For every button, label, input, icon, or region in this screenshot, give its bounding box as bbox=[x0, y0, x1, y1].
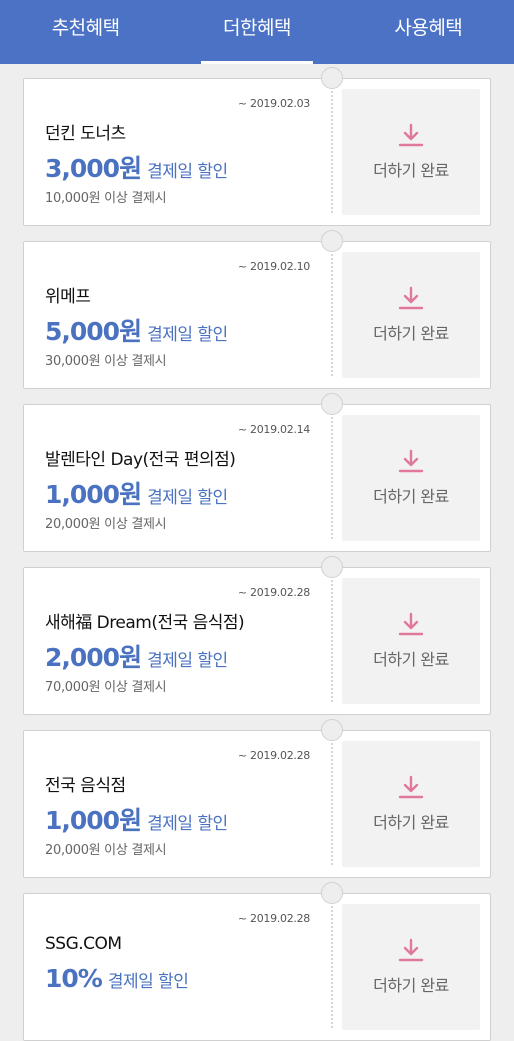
discount: 3,000원 결제일 할인 bbox=[45, 149, 228, 185]
dotted-divider bbox=[331, 417, 333, 539]
expiry-date: ~ 2019.02.28 bbox=[237, 586, 310, 599]
discount: 1,000원 결제일 할인 bbox=[45, 801, 228, 837]
merchant-name: 위메프 bbox=[45, 287, 91, 307]
add-complete-label: 더하기 완료 bbox=[373, 813, 449, 832]
discount-label: 결제일 할인 bbox=[147, 651, 228, 671]
merchant-name: 전국 음식점 bbox=[45, 776, 126, 796]
discount-condition: 10,000원 이상 결제시 bbox=[45, 191, 167, 206]
add-complete-button[interactable]: 더하기 완료 bbox=[342, 741, 480, 867]
discount-label: 결제일 할인 bbox=[147, 814, 228, 834]
ticket-notch bbox=[321, 230, 343, 252]
dotted-divider bbox=[331, 906, 333, 1028]
expiry-date: ~ 2019.02.14 bbox=[237, 423, 310, 436]
ticket-notch bbox=[321, 719, 343, 741]
discount-label: 결제일 할인 bbox=[147, 325, 228, 345]
coupon-card: ~ 2019.02.28 SSG.COM 10% 결제일 할인 더하기 완료 bbox=[23, 881, 491, 1041]
add-complete-label: 더하기 완료 bbox=[373, 976, 449, 995]
discount: 1,000원 결제일 할인 bbox=[45, 475, 228, 511]
tab-recommended[interactable]: 추천혜택 bbox=[0, 0, 171, 64]
add-complete-label: 더하기 완료 bbox=[373, 324, 449, 343]
dotted-divider bbox=[331, 91, 333, 213]
add-complete-button[interactable]: 더하기 완료 bbox=[342, 252, 480, 378]
discount-condition: 20,000원 이상 결제시 bbox=[45, 517, 167, 532]
merchant-name: 발렌타인 Day(전국 편의점) bbox=[45, 450, 236, 470]
discount-label: 결제일 할인 bbox=[147, 488, 228, 508]
coupon-card: ~ 2019.02.28 새해福 Dream(전국 음식점) 2,000원 결제… bbox=[23, 555, 491, 715]
expiry-date: ~ 2019.02.03 bbox=[237, 97, 310, 110]
discount: 5,000원 결제일 할인 bbox=[45, 312, 228, 348]
dotted-divider bbox=[331, 580, 333, 702]
dotted-divider bbox=[331, 743, 333, 865]
discount-amount: 2,000원 bbox=[45, 643, 142, 672]
ticket-notch bbox=[321, 556, 343, 578]
coupon-card: ~ 2019.02.14 발렌타인 Day(전국 편의점) 1,000원 결제일… bbox=[23, 392, 491, 552]
discount-amount: 5,000원 bbox=[45, 317, 142, 346]
download-icon bbox=[398, 612, 424, 636]
ticket-notch bbox=[321, 393, 343, 415]
discount-amount: 1,000원 bbox=[45, 480, 142, 509]
add-complete-label: 더하기 완료 bbox=[373, 487, 449, 506]
discount-condition: 30,000원 이상 결제시 bbox=[45, 354, 167, 369]
add-complete-label: 더하기 완료 bbox=[373, 650, 449, 669]
add-complete-button[interactable]: 더하기 완료 bbox=[342, 904, 480, 1030]
coupon-card: ~ 2019.02.28 전국 음식점 1,000원 결제일 할인 20,000… bbox=[23, 718, 491, 878]
dotted-divider bbox=[331, 254, 333, 376]
discount-amount: 1,000원 bbox=[45, 806, 142, 835]
expiry-date: ~ 2019.02.10 bbox=[237, 260, 310, 273]
download-icon bbox=[398, 938, 424, 962]
download-icon bbox=[398, 775, 424, 799]
coupon-card: ~ 2019.02.03 던킨 도너츠 3,000원 결제일 할인 10,000… bbox=[23, 66, 491, 226]
merchant-name: 새해福 Dream(전국 음식점) bbox=[45, 613, 245, 633]
expiry-date: ~ 2019.02.28 bbox=[237, 749, 310, 762]
download-icon bbox=[398, 449, 424, 473]
add-complete-label: 더하기 완료 bbox=[373, 161, 449, 180]
tab-added[interactable]: 더한혜택 bbox=[171, 0, 342, 64]
discount: 10% 결제일 할인 bbox=[45, 964, 189, 993]
discount-condition: 20,000원 이상 결제시 bbox=[45, 843, 167, 858]
add-complete-button[interactable]: 더하기 완료 bbox=[342, 89, 480, 215]
discount-label: 결제일 할인 bbox=[147, 162, 228, 182]
ticket-notch bbox=[321, 67, 343, 89]
discount-amount: 3,000원 bbox=[45, 154, 142, 183]
tab-used[interactable]: 사용혜택 bbox=[343, 0, 514, 64]
add-complete-button[interactable]: 더하기 완료 bbox=[342, 578, 480, 704]
discount: 2,000원 결제일 할인 bbox=[45, 638, 228, 674]
discount-condition: 70,000원 이상 결제시 bbox=[45, 680, 167, 695]
expiry-date: ~ 2019.02.28 bbox=[237, 912, 310, 925]
ticket-notch bbox=[321, 882, 343, 904]
merchant-name: SSG.COM bbox=[45, 934, 122, 954]
coupon-card: ~ 2019.02.10 위메프 5,000원 결제일 할인 30,000원 이… bbox=[23, 229, 491, 389]
add-complete-button[interactable]: 더하기 완료 bbox=[342, 415, 480, 541]
discount-amount: 10% bbox=[45, 964, 103, 993]
merchant-name: 던킨 도너츠 bbox=[45, 124, 126, 144]
tab-bar: 추천혜택 더한혜택 사용혜택 bbox=[0, 0, 514, 64]
discount-label: 결제일 할인 bbox=[107, 972, 189, 992]
download-icon bbox=[398, 286, 424, 310]
download-icon bbox=[398, 123, 424, 147]
